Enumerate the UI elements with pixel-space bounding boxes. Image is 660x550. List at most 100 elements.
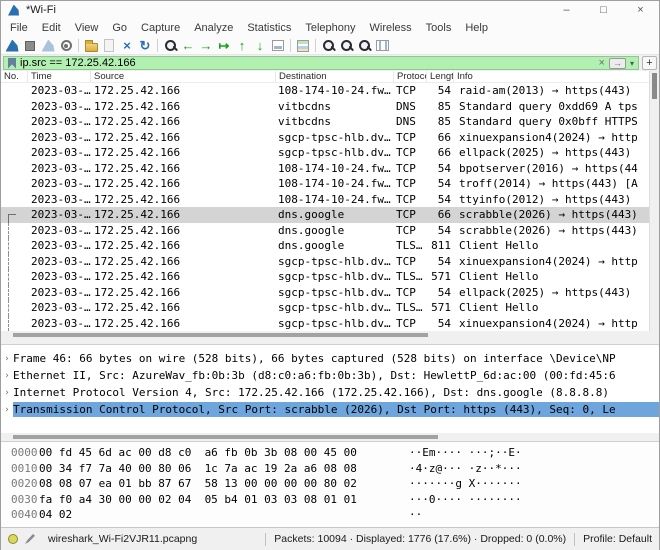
hex-row[interactable]: 000000 fd 45 6d ac 00 d8 c0 a6 fb 0b 3b … (1, 446, 659, 462)
zoom-reset-button[interactable] (355, 37, 373, 54)
zoom-out-button[interactable] (337, 37, 355, 54)
column-header-destination[interactable]: Destination (276, 71, 394, 82)
stop-capture-button[interactable] (21, 37, 39, 54)
packet-list-horizontal-scrollbar[interactable] (1, 331, 659, 339)
packet-row[interactable]: 2023-03-…172.25.42.166sgcp-tpsc-hlb.dv…T… (1, 269, 649, 285)
colorize-button[interactable] (294, 37, 312, 54)
save-file-button[interactable] (100, 37, 118, 54)
packet-row[interactable]: 2023-03-…172.25.42.166sgcp-tpsc-hlb.dv…T… (1, 316, 649, 332)
go-last-packet-button[interactable]: ↓ (251, 37, 269, 54)
minimize-button[interactable]: – (548, 1, 585, 19)
packet-row[interactable]: 2023-03-…172.25.42.166108-174-10-24.fw…T… (1, 192, 649, 208)
menu-capture[interactable]: Capture (134, 22, 187, 34)
cell-time: 2023-03-… (28, 317, 91, 330)
open-file-button[interactable] (82, 37, 100, 54)
maximize-button[interactable]: □ (585, 1, 622, 19)
detail-tcp[interactable]: ›Transmission Control Protocol, Src Port… (1, 401, 659, 418)
capture-filename[interactable]: wireshark_Wi-Fi2VJR11.pcapng (48, 533, 197, 545)
scrollbar-thumb[interactable] (652, 73, 657, 99)
go-back-button[interactable]: ← (179, 37, 197, 54)
hex-row[interactable]: 004004 02·· (1, 508, 659, 524)
cell-length: 85 (427, 115, 454, 128)
column-header-info[interactable]: Info (454, 71, 649, 82)
details-horizontal-scrollbar[interactable] (1, 433, 659, 441)
menu-go[interactable]: Go (105, 22, 134, 34)
find-packet-button[interactable] (161, 37, 179, 54)
packet-row[interactable]: 2023-03-…172.25.42.166sgcp-tpsc-hlb.dv…T… (1, 285, 649, 301)
close-file-icon: × (123, 39, 131, 52)
menu-file[interactable]: File (3, 22, 35, 34)
packet-row[interactable]: 2023-03-…172.25.42.166dns.googleTLS…811C… (1, 238, 649, 254)
filter-apply-icon[interactable]: → (609, 58, 626, 69)
packet-row[interactable]: 2023-03-…172.25.42.166dns.googleTCP54scr… (1, 223, 649, 239)
packet-row[interactable]: 2023-03-…172.25.42.166vitbcdnsDNS85Stand… (1, 99, 649, 115)
zoom-in-button[interactable] (319, 37, 337, 54)
menu-analyze[interactable]: Analyze (187, 22, 240, 34)
expander-icon[interactable]: › (1, 405, 13, 415)
profile-label[interactable]: Profile: Default (583, 533, 652, 545)
detail-text: Frame 46: 66 bytes on wire (528 bits), 6… (13, 351, 659, 366)
filter-clear-icon[interactable]: × (599, 58, 605, 68)
cell-protocol: TLS… (394, 301, 427, 314)
scrollbar-thumb[interactable] (13, 435, 438, 439)
capture-options-button[interactable] (57, 37, 75, 54)
go-first-packet-button[interactable]: ↑ (233, 37, 251, 54)
cell-length: 66 (427, 131, 454, 144)
packet-row[interactable]: 2023-03-…172.25.42.166sgcp-tpsc-hlb.dv…T… (1, 300, 649, 316)
cell-info: troff(2014) → https(443) [A (454, 177, 649, 190)
expander-icon[interactable]: › (1, 354, 13, 364)
restart-capture-button[interactable] (39, 37, 57, 54)
close-file-button[interactable]: × (118, 37, 136, 54)
capture-comment-icon[interactable] (25, 534, 35, 544)
display-filter-input[interactable]: ip.src == 172.25.42.166 × → ▾ (3, 56, 639, 70)
column-header-source[interactable]: Source (91, 71, 276, 82)
hex-bytes: 00 fd 45 6d ac 00 d8 c0 a6 fb 0b 3b 08 0… (39, 446, 409, 459)
menu-telephony[interactable]: Telephony (298, 22, 362, 34)
filter-add-button[interactable]: + (642, 56, 657, 70)
cell-destination: dns.google (276, 239, 394, 252)
go-forward-button[interactable]: → (197, 37, 215, 54)
menu-edit[interactable]: Edit (35, 22, 68, 34)
auto-scroll-button[interactable] (269, 37, 287, 54)
packet-row[interactable]: 2023-03-…172.25.42.166108-174-10-24.fw…T… (1, 83, 649, 99)
close-button[interactable]: × (622, 1, 659, 19)
menu-view[interactable]: View (68, 22, 106, 34)
column-header-no[interactable]: No. (1, 71, 28, 82)
expert-info-icon[interactable] (8, 534, 18, 544)
hex-row[interactable]: 001000 34 f7 7a 40 00 80 06 1c 7a ac 19 … (1, 462, 659, 478)
start-capture-button[interactable] (3, 37, 21, 54)
packet-row[interactable]: 2023-03-…172.25.42.166dns.googleTCP66scr… (1, 207, 649, 223)
detail-ethernet[interactable]: ›Ethernet II, Src: AzureWav_fb:0b:3b (d8… (1, 367, 659, 384)
packet-row[interactable]: 2023-03-…172.25.42.166vitbcdnsDNS85Stand… (1, 114, 649, 130)
packet-row[interactable]: 2023-03-…172.25.42.166108-174-10-24.fw…T… (1, 176, 649, 192)
cell-source: 172.25.42.166 (91, 208, 276, 221)
detail-ip[interactable]: ›Internet Protocol Version 4, Src: 172.2… (1, 384, 659, 401)
packet-row[interactable]: 2023-03-…172.25.42.166sgcp-tpsc-hlb.dv…T… (1, 254, 649, 270)
cell-time: 2023-03-… (28, 177, 91, 190)
hex-offset: 0040 (11, 508, 39, 521)
packet-row[interactable]: 2023-03-…172.25.42.166sgcp-tpsc-hlb.dv…T… (1, 130, 649, 146)
scrollbar-thumb[interactable] (13, 333, 428, 337)
reload-file-button[interactable]: ↻ (136, 37, 154, 54)
column-header-length[interactable]: Length (427, 71, 454, 82)
resize-columns-button[interactable] (373, 37, 391, 54)
menu-help[interactable]: Help (458, 22, 495, 34)
packet-row[interactable]: 2023-03-…172.25.42.166108-174-10-24.fw…T… (1, 161, 649, 177)
filter-expression[interactable]: ip.src == 172.25.42.166 (20, 57, 595, 69)
packet-row[interactable]: 2023-03-…172.25.42.166sgcp-tpsc-hlb.dv…T… (1, 145, 649, 161)
menu-tools[interactable]: Tools (419, 22, 459, 34)
detail-frame[interactable]: ›Frame 46: 66 bytes on wire (528 bits), … (1, 350, 659, 367)
packet-list-vertical-scrollbar[interactable] (649, 71, 659, 331)
menu-statistics[interactable]: Statistics (240, 22, 298, 34)
column-header-time[interactable]: Time (28, 71, 91, 82)
hex-row[interactable]: 002008 08 07 ea 01 bb 87 67 58 13 00 00 … (1, 477, 659, 493)
menu-wireless[interactable]: Wireless (363, 22, 419, 34)
expander-icon[interactable]: › (1, 371, 13, 381)
hex-row[interactable]: 0030fa f0 a4 30 00 00 02 04 05 b4 01 03 … (1, 493, 659, 509)
filter-bookmark-icon[interactable] (8, 58, 16, 69)
cell-info: ellpack(2025) → https(443) (454, 286, 649, 299)
filter-dropdown-icon[interactable]: ▾ (630, 59, 634, 68)
go-to-packet-button[interactable]: ↦ (215, 37, 233, 54)
column-header-protocol[interactable]: Protocol (394, 71, 427, 82)
expander-icon[interactable]: › (1, 388, 13, 398)
